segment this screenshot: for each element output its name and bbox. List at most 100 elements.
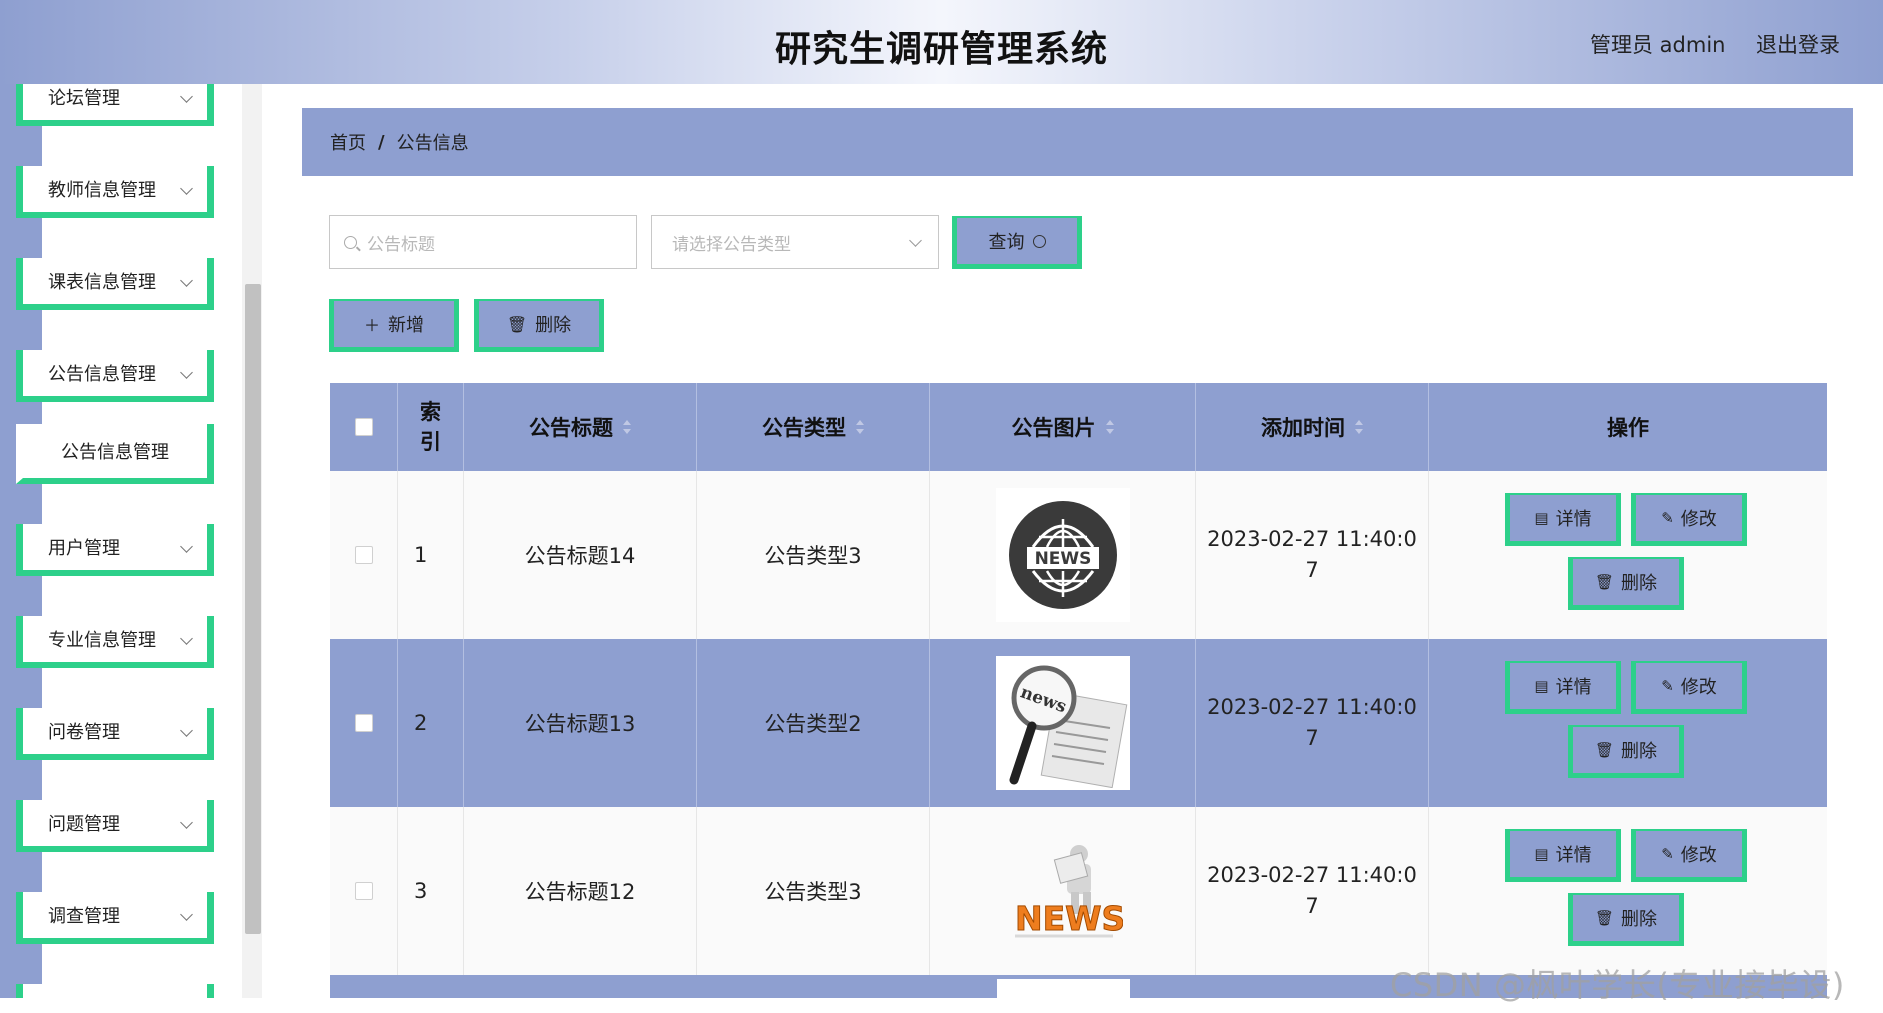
- row-image-cell: news: [930, 639, 1196, 807]
- delete-label: 删除: [1621, 573, 1658, 594]
- row-image-cell: NEWS: [930, 471, 1196, 639]
- edit-button[interactable]: ✎ 修改: [1631, 829, 1747, 882]
- delete-button[interactable]: 🗑 删除: [1568, 557, 1684, 610]
- header-image[interactable]: 公告图片: [930, 383, 1196, 471]
- document-icon: ▤: [1534, 509, 1549, 527]
- row-checkbox[interactable]: [354, 882, 373, 900]
- header-type-label: 公告类型: [762, 416, 846, 440]
- row-title: 公告标题12: [464, 807, 697, 975]
- delete-button[interactable]: 🗑 删除: [1568, 725, 1684, 778]
- row-index: 2: [398, 639, 464, 807]
- chevron-down-icon: [180, 90, 193, 103]
- row-time: 2023-02-27 11:40:0 7: [1196, 639, 1429, 807]
- document-icon: ▤: [1534, 677, 1549, 695]
- delete-label: 删除: [535, 315, 572, 336]
- delete-label: 删除: [1621, 909, 1658, 930]
- trash-icon: 🗑: [506, 314, 528, 334]
- sidebar-item-forum[interactable]: 论坛管理: [16, 84, 214, 126]
- trash-icon: 🗑: [1594, 741, 1615, 759]
- news-globe-icon[interactable]: NEWS: [995, 488, 1130, 622]
- detail-button[interactable]: ▤ 详情: [1505, 493, 1621, 546]
- sidebar-item-label: 论坛管理: [48, 88, 120, 109]
- row-time-line-1: 2023-02-27 11:40:0: [1207, 527, 1417, 551]
- row-select-cell: [330, 639, 398, 807]
- sidebar-item-questions[interactable]: 问题管理: [16, 800, 214, 852]
- header-index: 索 引: [398, 383, 464, 471]
- sidebar-item-surveys[interactable]: 调查管理: [16, 892, 214, 944]
- header-index-line-1: 索: [420, 400, 441, 424]
- sidebar-item-partial[interactable]: [16, 984, 214, 998]
- edit-pen-icon: ✎: [1661, 845, 1674, 863]
- row-time-line-1: 2023-02-27 11:40:0: [1207, 695, 1417, 719]
- row-time-line-2: 7: [1305, 726, 1319, 750]
- title-search-input[interactable]: 公告标题: [329, 215, 637, 269]
- sidebar-subitem-notices[interactable]: 公告信息管理: [16, 424, 214, 484]
- chevron-down-icon: [909, 234, 922, 247]
- edit-button[interactable]: ✎ 修改: [1631, 493, 1747, 546]
- detail-button[interactable]: ▤ 详情: [1505, 661, 1621, 714]
- type-select[interactable]: 请选择公告类型: [651, 215, 939, 269]
- sidebar-item-label: 问题管理: [48, 814, 120, 835]
- sidebar-item-notices[interactable]: 公告信息管理: [16, 350, 214, 402]
- row-ops-cell: ▤ 详情 ✎ 修改 🗑 删除: [1429, 471, 1827, 639]
- sort-icon[interactable]: [1355, 420, 1363, 434]
- current-user: 管理员 admin: [1590, 33, 1726, 57]
- row-checkbox[interactable]: [354, 714, 373, 732]
- news-magnifier-icon[interactable]: news: [995, 656, 1130, 790]
- add-label: 新增: [388, 315, 424, 336]
- search-icon: [1032, 234, 1046, 248]
- header-title[interactable]: 公告标题: [464, 383, 697, 471]
- trash-icon: 🗑: [1594, 573, 1615, 591]
- chevron-down-icon: [180, 540, 193, 553]
- breadcrumb-home[interactable]: 首页: [330, 129, 366, 155]
- query-button[interactable]: 查询: [952, 216, 1082, 269]
- row-time-line-2: 7: [1305, 558, 1319, 582]
- chevron-down-icon: [180, 632, 193, 645]
- header-time[interactable]: 添加时间: [1196, 383, 1429, 471]
- chevron-down-icon: [180, 366, 193, 379]
- watermark: CSDN @枫叶学长(专业接毕设): [1390, 966, 1845, 1004]
- sort-icon[interactable]: [623, 420, 631, 434]
- sidebar-scrollbar-thumb[interactable]: [245, 284, 261, 934]
- header-select-cell: [330, 383, 398, 471]
- detail-label: 详情: [1555, 509, 1592, 530]
- top-header: 研究生调研管理系统 管理员 admin 退出登录: [0, 0, 1883, 84]
- header-ops: 操作: [1429, 383, 1827, 471]
- detail-button[interactable]: ▤ 详情: [1505, 829, 1621, 882]
- query-label: 查询: [988, 232, 1025, 253]
- sort-icon[interactable]: [1105, 420, 1114, 434]
- detail-label: 详情: [1555, 677, 1592, 698]
- batch-delete-button[interactable]: 🗑 删除: [474, 299, 604, 352]
- row-image-cell: NEWS: [930, 807, 1196, 975]
- sidebar-item-label: 用户管理: [48, 538, 120, 559]
- sidebar-item-teachers[interactable]: 教师信息管理: [16, 166, 214, 218]
- search-icon: [344, 235, 357, 249]
- table-header: 索 引 公告标题 公告类型 公告图片 添加时间 操作: [330, 383, 1827, 471]
- sidebar-item-label: 公告信息管理: [48, 364, 156, 385]
- news-reader-icon[interactable]: NEWS: [996, 824, 1130, 958]
- sidebar-item-label: 教师信息管理: [48, 180, 156, 201]
- row-index: 3: [398, 807, 464, 975]
- svg-text:NEWS: NEWS: [1015, 899, 1123, 938]
- sidebar-item-questionnaires[interactable]: 问卷管理: [16, 708, 214, 760]
- sidebar-item-majors[interactable]: 专业信息管理: [16, 616, 214, 668]
- delete-button[interactable]: 🗑 删除: [1568, 893, 1684, 946]
- chevron-down-icon: [180, 724, 193, 737]
- add-button[interactable]: ＋ 新增: [329, 299, 459, 352]
- sidebar-subitem-label: 公告信息管理: [61, 442, 169, 463]
- edit-label: 修改: [1680, 845, 1717, 866]
- sort-icon[interactable]: [856, 420, 864, 434]
- row-checkbox[interactable]: [354, 546, 373, 564]
- logout-link[interactable]: 退出登录: [1756, 29, 1840, 59]
- row-select-cell: [330, 807, 398, 975]
- header-type[interactable]: 公告类型: [697, 383, 930, 471]
- select-all-checkbox[interactable]: [354, 418, 373, 436]
- sidebar-item-label: 专业信息管理: [48, 630, 156, 651]
- sidebar-item-timetable[interactable]: 课表信息管理: [16, 258, 214, 310]
- edit-button[interactable]: ✎ 修改: [1631, 661, 1747, 714]
- sidebar-item-users[interactable]: 用户管理: [16, 524, 214, 576]
- row-select-cell: [330, 471, 398, 639]
- row-type: 公告类型3: [697, 807, 930, 975]
- plus-icon: ＋: [363, 316, 380, 335]
- row-ops-cell: ▤ 详情 ✎ 修改 🗑 删除: [1429, 639, 1827, 807]
